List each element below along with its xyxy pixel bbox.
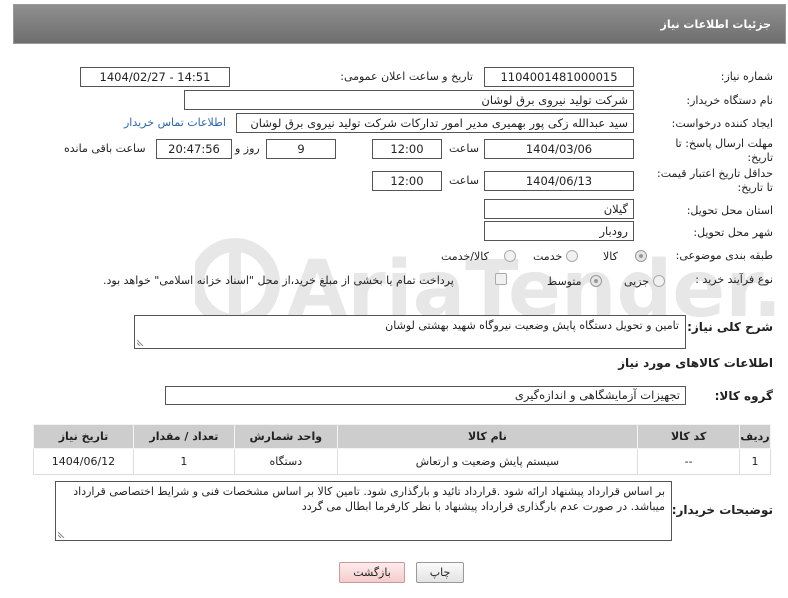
delivery-city-field: رودبار <box>484 221 634 241</box>
treasury-bonds-checkbox[interactable] <box>495 273 507 285</box>
category-goods-label: کالا <box>603 250 618 263</box>
reply-deadline-label: مهلت ارسال پاسخ: تا تاریخ: <box>675 137 773 164</box>
cell-date: 1404/06/12 <box>33 448 134 475</box>
cell-row: 1 <box>739 448 771 475</box>
buyer-org-field: شرکت تولید نیروی برق لوشان <box>184 90 634 110</box>
delivery-province-field: گیلان <box>484 199 634 219</box>
goods-group-field: تجهیزات آزمایشگاهی و اندازه‌گیری <box>165 386 686 405</box>
category-goods-service-label: کالا/خدمت <box>441 250 489 263</box>
reply-days-label: روز و <box>235 142 260 155</box>
cell-unit: دستگاه <box>233 448 338 475</box>
price-validity-time-field: 12:00 <box>372 171 442 191</box>
print-button[interactable]: چاپ <box>416 562 464 583</box>
cell-qty: 1 <box>132 448 235 475</box>
category-goods-service-radio[interactable] <box>504 250 516 262</box>
purchase-minor-radio[interactable] <box>653 275 665 287</box>
purchase-minor-label: جزیی <box>624 275 650 288</box>
goods-info-title: اطلاعات کالاهای مورد نیاز <box>618 356 773 370</box>
header-bar: جزئیات اطلاعات نیاز <box>13 4 786 44</box>
purchase-type-label: نوع فرآیند خرید : <box>695 273 773 286</box>
cell-code: -- <box>637 448 741 475</box>
price-validity-label: حداقل تاریخ اعتبار قیمت: تا تاریخ: <box>657 167 773 194</box>
announce-datetime-field: 1404/02/27 - 14:51 <box>80 67 230 87</box>
page-title: جزئیات اطلاعات نیاز <box>660 18 772 31</box>
category-label: طبقه بندی موضوعی: <box>675 249 773 262</box>
price-validity-time-label: ساعت <box>449 174 479 187</box>
category-goods-radio[interactable] <box>635 250 647 262</box>
price-validity-date-field: 1404/06/13 <box>484 171 634 191</box>
requester-field: سید عبدالله زکی پور بهمیری مدیر امور تدا… <box>236 113 634 133</box>
reply-deadline-date-field: 1404/03/06 <box>484 139 634 159</box>
category-service-label: خدمت <box>533 250 563 263</box>
resize-handle-icon[interactable] <box>58 530 66 538</box>
purchase-medium-radio[interactable] <box>590 275 602 287</box>
table-header-row: ردیف کد کالا نام کالا واحد شمارش تعداد /… <box>33 424 771 449</box>
need-number-label: شماره نیاز: <box>720 70 773 83</box>
cell-name: سیستم پایش وضعیت و ارتعاش <box>336 448 639 475</box>
reply-days-field: 9 <box>266 139 336 159</box>
table-row[interactable]: 1 -- سیستم پایش وضعیت و ارتعاش دستگاه 1 … <box>33 448 771 475</box>
need-number-field: 1104001481000015 <box>484 67 634 87</box>
reply-remaining-field: 20:47:56 <box>156 139 232 159</box>
buyer-contact-link[interactable]: اطلاعات تماس خریدار <box>124 116 226 129</box>
category-service-radio[interactable] <box>566 250 578 262</box>
announce-datetime-label: تاریخ و ساعت اعلان عمومی: <box>340 70 473 83</box>
delivery-city-label: شهر محل تحویل: <box>693 226 773 239</box>
purchase-medium-label: متوسط <box>547 275 582 288</box>
treasury-bonds-note: پرداخت تمام یا بخشی از مبلغ خرید،از محل … <box>103 274 454 287</box>
col-code-header: کد کالا <box>637 424 741 449</box>
resize-handle-icon[interactable] <box>137 338 145 346</box>
buyer-notes-label: توضیحات خریدار: <box>671 503 773 517</box>
description-textarea[interactable]: تامین و تحویل دستگاه پایش وضعیت نیروگاه … <box>134 315 686 349</box>
items-table: ردیف کد کالا نام کالا واحد شمارش تعداد /… <box>33 424 771 475</box>
col-unit-header: واحد شمارش <box>233 424 338 449</box>
buyer-notes-textarea[interactable]: بر اساس قرارداد پیشنهاد ارائه شود .قرارد… <box>55 481 672 541</box>
reply-time-field: 12:00 <box>372 139 442 159</box>
goods-group-label: گروه کالا: <box>714 389 773 403</box>
buyer-org-label: نام دستگاه خریدار: <box>686 94 773 107</box>
reply-time-label: ساعت <box>449 142 479 155</box>
col-name-header: نام کالا <box>336 424 639 449</box>
description-label: شرح کلی نیاز: <box>687 320 773 334</box>
buyer-notes-text: بر اساس قرارداد پیشنهاد ارائه شود .قرارد… <box>73 485 665 513</box>
col-row-header: ردیف <box>739 424 771 449</box>
back-button[interactable]: بازگشت <box>339 562 405 583</box>
reply-remaining-label: ساعت باقی مانده <box>64 142 146 155</box>
requester-label: ایجاد کننده درخواست: <box>671 117 773 130</box>
delivery-province-label: استان محل تحویل: <box>686 204 773 217</box>
col-qty-header: تعداد / مقدار <box>132 424 235 449</box>
description-text: تامین و تحویل دستگاه پایش وضعیت نیروگاه … <box>385 319 679 332</box>
col-date-header: تاریخ نیاز <box>33 424 134 449</box>
